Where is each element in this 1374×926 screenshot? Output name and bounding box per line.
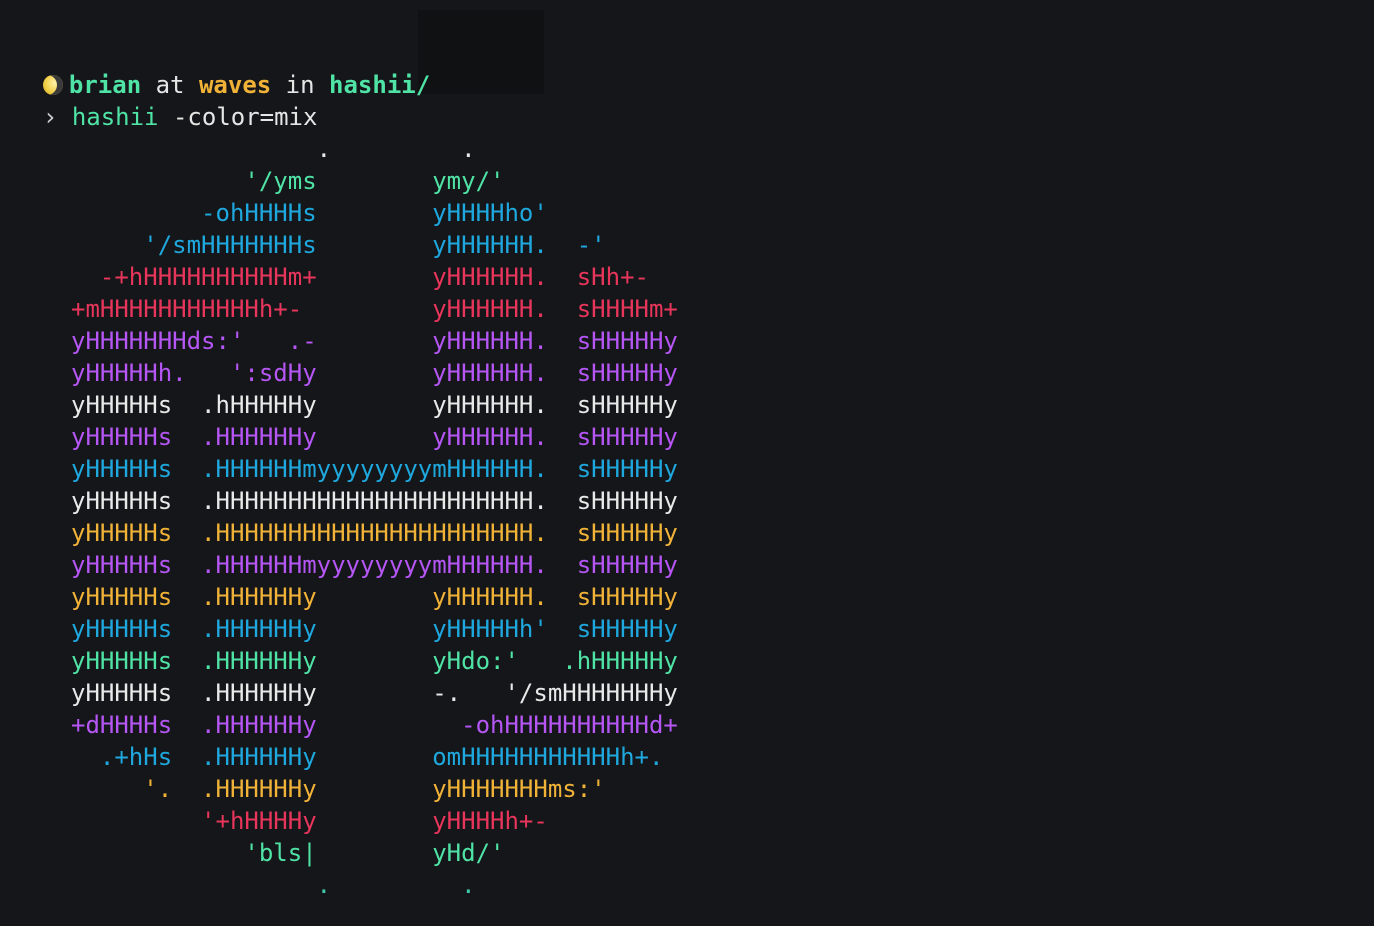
ascii-art-row: yHHHHHs .hHHHHHy yHHHHHH. sHHHHHy (71, 391, 678, 419)
ascii-art-row: yHHHHHs .HHHHHHy yHHHHHH. sHHHHHy (71, 423, 678, 451)
command-args: -color=mix (158, 103, 318, 131)
selection-highlight (418, 10, 544, 94)
prompt-line: brian at waves in hashii/ (14, 37, 430, 99)
ascii-art-row: yHHHHHs .HHHHHHy -. '/smHHHHHHHy (71, 679, 678, 707)
ascii-art-row: . . (71, 871, 476, 899)
ascii-art-row: yHHHHHHHds:' .- yHHHHHH. sHHHHHy (71, 327, 678, 355)
ascii-art-row: 'bls| yHd/' (71, 839, 505, 867)
ascii-art-row: -ohHHHHs yHHHHho' (71, 199, 548, 227)
ascii-art-row: yHHHHHs .HHHHHHHHHHHHHHHHHHHHHH. sHHHHHy (71, 487, 678, 515)
ascii-art-row: yHHHHHs .HHHHHHy yHdo:' .hHHHHHy (71, 647, 678, 675)
ascii-art-row: yHHHHHs .HHHHHHmyyyyyyyymHHHHHH. sHHHHHy (71, 455, 678, 483)
ascii-art-row: +mHHHHHHHHHHHh+- yHHHHHH. sHHHHm+ (71, 295, 678, 323)
ascii-art-row: yHHHHHh. ':sdHy yHHHHHH. sHHHHHy (71, 359, 678, 387)
ascii-art-row: yHHHHHs .HHHHHHmyyyyyyyymHHHHHH. sHHHHHy (71, 551, 678, 579)
command-line[interactable]: › hashii -color=mix (14, 69, 318, 131)
ascii-art-row: '/yms ymy/' (71, 167, 505, 195)
ascii-art-row: yHHHHHs .HHHHHHy yHHHHHh' sHHHHHy (71, 615, 678, 643)
prompt-dir: hashii/ (329, 71, 431, 99)
ascii-art-row: '+hHHHHy yHHHHh+- (71, 807, 548, 835)
ascii-art-row: . . (71, 135, 476, 163)
ascii-art-row: yHHHHHs .HHHHHHy yHHHHHH. sHHHHHy (71, 583, 678, 611)
prompt-arrow: › (42, 103, 58, 131)
ascii-art-row: yHHHHHs .HHHHHHHHHHHHHHHHHHHHHH. sHHHHHy (71, 519, 678, 547)
ascii-art-row: '/smHHHHHHHs yHHHHHH. -' (71, 231, 606, 259)
ascii-art-row: '. .HHHHHHy yHHHHHHHms:' (71, 775, 606, 803)
ascii-art-row: +dHHHHs .HHHHHHy -ohHHHHHHHHHHd+ (71, 711, 678, 739)
command-name: hashii (71, 103, 159, 131)
ascii-art-row: -+hHHHHHHHHHHm+ yHHHHHH. sHh+- (71, 263, 649, 291)
ascii-art-row: .+hHs .HHHHHHy omHHHHHHHHHHHh+. (71, 743, 664, 771)
